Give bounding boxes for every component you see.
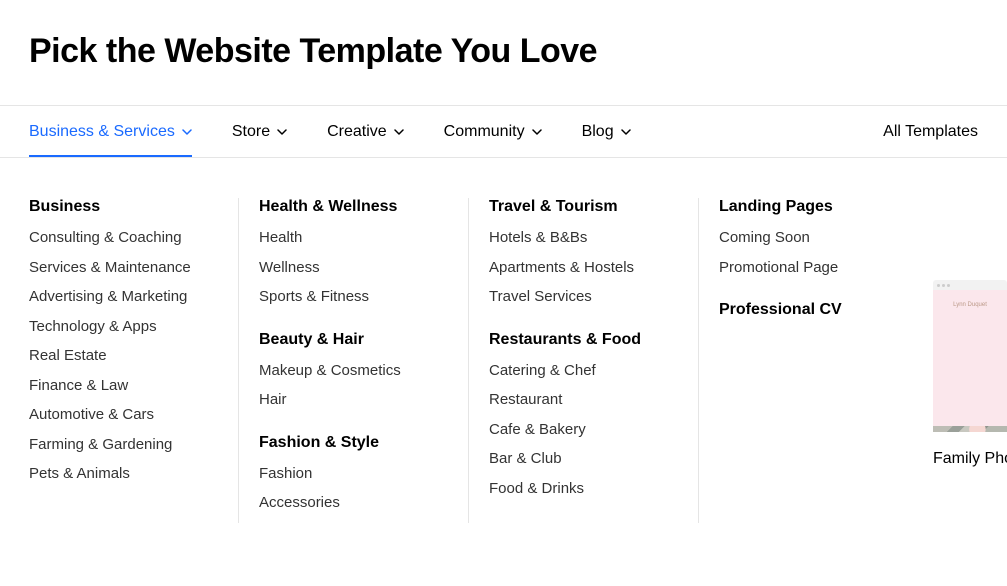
- mega-link-health[interactable]: Health: [259, 228, 448, 248]
- mega-column-1: Business Consulting & Coaching Services …: [29, 198, 238, 523]
- nav-item-label: Creative: [327, 123, 387, 141]
- chevron-down-icon: [182, 127, 192, 137]
- mega-menu: Business Consulting & Coaching Services …: [8, 168, 928, 563]
- group-beauty-hair: Beauty & Hair Makeup & Cosmetics Hair: [259, 331, 448, 410]
- mega-link-coming-soon[interactable]: Coming Soon: [719, 228, 908, 248]
- template-card-peek[interactable]: Lynn Duquet Family Pho: [933, 280, 1007, 468]
- mega-link-promotional-page[interactable]: Promotional Page: [719, 258, 908, 278]
- mega-link-catering-chef[interactable]: Catering & Chef: [489, 361, 678, 381]
- group-head-restaurants-food[interactable]: Restaurants & Food: [489, 331, 678, 349]
- mega-link-finance-law[interactable]: Finance & Law: [29, 376, 218, 396]
- page-title: Pick the Website Template You Love: [0, 0, 1007, 105]
- mega-column-3: Travel & Tourism Hotels & B&Bs Apartment…: [468, 198, 698, 523]
- template-preview: Lynn Duquet: [933, 290, 1007, 432]
- mega-link-apartments-hostels[interactable]: Apartments & Hostels: [489, 258, 678, 278]
- mega-link-accessories[interactable]: Accessories: [259, 493, 448, 513]
- template-preview-title: Lynn Duquet: [953, 302, 987, 308]
- mega-link-food-drinks[interactable]: Food & Drinks: [489, 479, 678, 499]
- nav-item-creative[interactable]: Creative: [327, 106, 404, 157]
- mega-link-farming-gardening[interactable]: Farming & Gardening: [29, 435, 218, 455]
- group-business: Business Consulting & Coaching Services …: [29, 198, 218, 484]
- group-landing-pages: Landing Pages Coming Soon Promotional Pa…: [719, 198, 908, 277]
- group-head-beauty-hair[interactable]: Beauty & Hair: [259, 331, 448, 349]
- group-head-fashion-style[interactable]: Fashion & Style: [259, 434, 448, 452]
- nav-item-label: Business & Services: [29, 123, 175, 141]
- mega-link-makeup-cosmetics[interactable]: Makeup & Cosmetics: [259, 361, 448, 381]
- chevron-down-icon: [394, 127, 404, 137]
- chevron-down-icon: [621, 127, 631, 137]
- mega-column-2: Health & Wellness Health Wellness Sports…: [238, 198, 468, 523]
- mega-link-restaurant[interactable]: Restaurant: [489, 390, 678, 410]
- nav-item-community[interactable]: Community: [444, 106, 542, 157]
- group-professional-cv: Professional CV: [719, 301, 908, 319]
- nav-item-label: Blog: [582, 123, 614, 141]
- nav-item-label: Store: [232, 123, 270, 141]
- group-head-professional-cv[interactable]: Professional CV: [719, 301, 908, 319]
- group-head-health-wellness[interactable]: Health & Wellness: [259, 198, 448, 216]
- template-caption: Family Pho: [933, 450, 1007, 468]
- nav-all-templates[interactable]: All Templates: [883, 123, 978, 141]
- group-head-business[interactable]: Business: [29, 198, 218, 216]
- chevron-down-icon: [277, 127, 287, 137]
- nav-item-business-services[interactable]: Business & Services: [29, 106, 192, 157]
- nav-item-blog[interactable]: Blog: [582, 106, 631, 157]
- group-head-travel-tourism[interactable]: Travel & Tourism: [489, 198, 678, 216]
- window-dot-icon: [947, 284, 950, 287]
- mega-link-sports-fitness[interactable]: Sports & Fitness: [259, 287, 448, 307]
- mega-link-wellness[interactable]: Wellness: [259, 258, 448, 278]
- group-head-landing-pages[interactable]: Landing Pages: [719, 198, 908, 216]
- mega-link-technology-apps[interactable]: Technology & Apps: [29, 317, 218, 337]
- category-nav: Business & Services Store Creative Commu…: [0, 105, 1007, 158]
- nav-left: Business & Services Store Creative Commu…: [29, 106, 631, 157]
- mega-link-pets-animals[interactable]: Pets & Animals: [29, 464, 218, 484]
- group-travel-tourism: Travel & Tourism Hotels & B&Bs Apartment…: [489, 198, 678, 307]
- mega-link-services-maintenance[interactable]: Services & Maintenance: [29, 258, 218, 278]
- mega-link-bar-club[interactable]: Bar & Club: [489, 449, 678, 469]
- window-dot-icon: [937, 284, 940, 287]
- mega-link-fashion[interactable]: Fashion: [259, 464, 448, 484]
- mega-link-hair[interactable]: Hair: [259, 390, 448, 410]
- nav-item-label: Community: [444, 123, 525, 141]
- mega-link-advertising-marketing[interactable]: Advertising & Marketing: [29, 287, 218, 307]
- mega-link-automotive-cars[interactable]: Automotive & Cars: [29, 405, 218, 425]
- mega-link-travel-services[interactable]: Travel Services: [489, 287, 678, 307]
- chevron-down-icon: [532, 127, 542, 137]
- mega-link-cafe-bakery[interactable]: Cafe & Bakery: [489, 420, 678, 440]
- template-preview-image: [933, 426, 1007, 432]
- template-browser-chrome: [933, 280, 1007, 290]
- window-dot-icon: [942, 284, 945, 287]
- group-fashion-style: Fashion & Style Fashion Accessories: [259, 434, 448, 513]
- mega-link-real-estate[interactable]: Real Estate: [29, 346, 218, 366]
- mega-link-consulting-coaching[interactable]: Consulting & Coaching: [29, 228, 218, 248]
- nav-item-store[interactable]: Store: [232, 106, 287, 157]
- group-health-wellness: Health & Wellness Health Wellness Sports…: [259, 198, 448, 307]
- group-restaurants-food: Restaurants & Food Catering & Chef Resta…: [489, 331, 678, 499]
- mega-column-4: Landing Pages Coming Soon Promotional Pa…: [698, 198, 928, 523]
- mega-link-hotels-bnbs[interactable]: Hotels & B&Bs: [489, 228, 678, 248]
